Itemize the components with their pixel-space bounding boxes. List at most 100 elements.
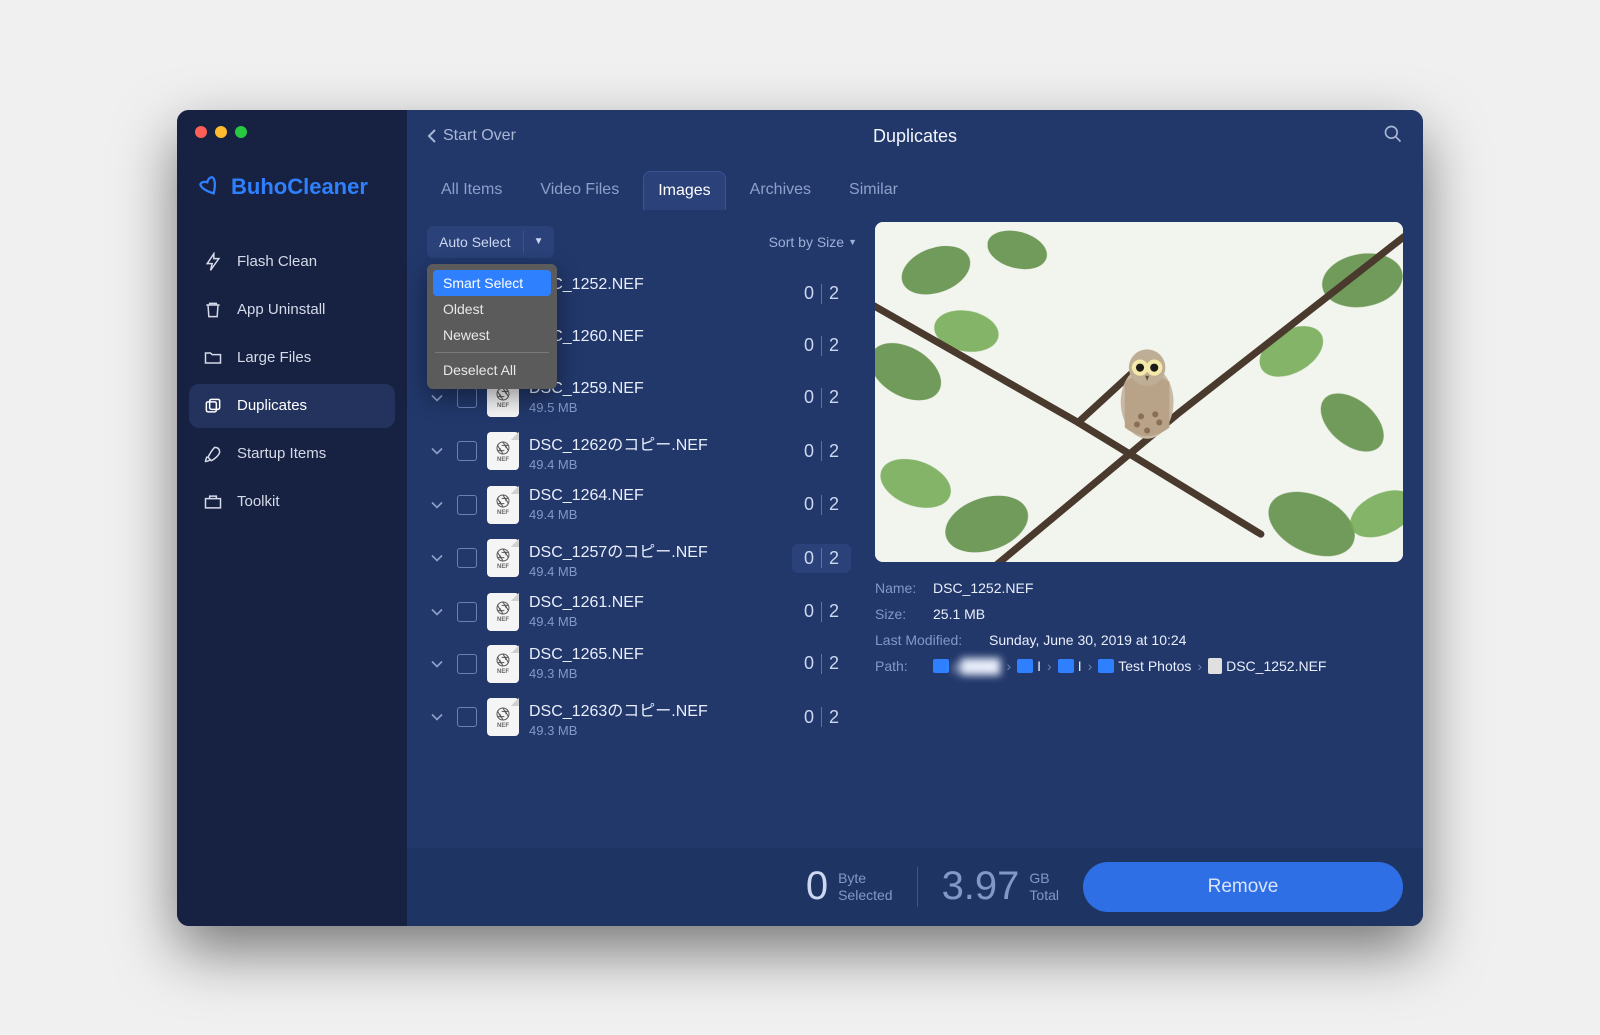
brand-name: BuhoCleaner	[231, 174, 368, 200]
total-size: 3.97	[942, 864, 1020, 909]
dropdown-item-deselect-all[interactable]: Deselect All	[433, 357, 551, 383]
selected-count: 0	[804, 441, 814, 462]
sidebar-item-toolkit[interactable]: Toolkit	[189, 480, 395, 524]
list-item[interactable]: NEF DSC_1264.NEF 49.4 MB 0 2	[427, 479, 857, 531]
selected-bytes: 0	[806, 864, 828, 909]
tab-similar[interactable]: Similar	[835, 171, 912, 210]
total-count: 2	[829, 335, 839, 356]
aperture-icon	[495, 440, 511, 456]
meta-row-path: Path: p████›I›I›Test Photos›DSC_1252.NEF	[875, 658, 1403, 674]
checkbox[interactable]	[457, 548, 477, 568]
preview-metadata: Name: DSC_1252.NEF Size: 25.1 MB Last Mo…	[875, 580, 1403, 674]
preview-image	[875, 222, 1403, 562]
tab-archives[interactable]: Archives	[736, 171, 825, 210]
file-icon: NEF	[487, 432, 519, 470]
divider	[435, 352, 549, 353]
breadcrumb-segment[interactable]: I	[1058, 658, 1082, 674]
list-item[interactable]: NEF DSC_1262のコピー.NEF 49.4 MB 0 2	[427, 424, 857, 479]
file-info: DSC_1261.NEF 49.4 MB	[529, 594, 782, 629]
file-info: DSC_1259.NEF 49.5 MB	[529, 380, 782, 415]
file-size: 49.4 MB	[529, 457, 782, 472]
divider	[821, 548, 822, 568]
chevron-right-icon: ›	[1047, 658, 1052, 674]
duplicate-count: 0 2	[792, 490, 851, 519]
close-window-button[interactable]	[195, 126, 207, 138]
meta-label: Size:	[875, 606, 919, 622]
checkbox[interactable]	[457, 441, 477, 461]
auto-select-wrap: Auto Select ▼ Smart Select Oldest Newest…	[427, 226, 554, 258]
meta-row-size: Size: 25.1 MB	[875, 606, 1403, 622]
duplicate-count: 0 2	[792, 383, 851, 412]
sidebar-item-app-uninstall[interactable]: App Uninstall	[189, 288, 395, 332]
list-item[interactable]: NEF DSC_1257のコピー.NEF 49.4 MB 0 2	[427, 531, 857, 586]
sidebar-item-startup-items[interactable]: Startup Items	[189, 432, 395, 476]
total-label: Total	[1029, 887, 1059, 904]
file-icon: NEF	[487, 698, 519, 736]
checkbox[interactable]	[457, 388, 477, 408]
selected-count: 0	[804, 653, 814, 674]
chevron-down-icon[interactable]	[427, 548, 447, 568]
checkbox[interactable]	[457, 495, 477, 515]
list-item[interactable]: NEF DSC_1261.NEF 49.4 MB 0 2	[427, 586, 857, 638]
total-count: 2	[829, 283, 839, 304]
divider	[821, 336, 822, 356]
tab-video-files[interactable]: Video Files	[526, 171, 633, 210]
file-info: DSC_1265.NEF 49.3 MB	[529, 646, 782, 681]
breadcrumb-segment[interactable]: I	[1017, 658, 1041, 674]
breadcrumb-segment[interactable]: Test Photos	[1098, 658, 1191, 674]
sidebar-item-flash-clean[interactable]: Flash Clean	[189, 240, 395, 284]
tab-images[interactable]: Images	[643, 171, 725, 210]
chevron-down-icon[interactable]	[427, 602, 447, 622]
meta-value-modified: Sunday, June 30, 2019 at 10:24	[989, 632, 1186, 648]
breadcrumb-segment[interactable]: DSC_1252.NEF	[1208, 658, 1326, 674]
aperture-icon	[495, 652, 511, 668]
selected-count: 0	[804, 335, 814, 356]
dropdown-item-smart-select[interactable]: Smart Select	[433, 270, 551, 296]
fullscreen-window-button[interactable]	[235, 126, 247, 138]
file-info: DSC_1264.NEF 49.4 MB	[529, 487, 782, 522]
chevron-down-icon[interactable]	[427, 707, 447, 727]
chevron-down-icon[interactable]	[427, 495, 447, 515]
minimize-window-button[interactable]	[215, 126, 227, 138]
tab-all-items[interactable]: All Items	[427, 171, 516, 210]
chevron-down-icon[interactable]	[427, 441, 447, 461]
selected-count: 0	[804, 387, 814, 408]
back-button[interactable]: Start Over	[427, 127, 516, 145]
dropdown-item-newest[interactable]: Newest	[433, 322, 551, 348]
auto-select-button[interactable]: Auto Select ▼	[427, 226, 554, 258]
divider	[917, 867, 918, 907]
divider	[821, 602, 822, 622]
dropdown-item-oldest[interactable]: Oldest	[433, 296, 551, 322]
file-name: DSC_1257のコピー.NEF	[529, 538, 782, 562]
file-size: 49.3 MB	[529, 666, 782, 681]
checkbox[interactable]	[457, 707, 477, 727]
sort-button[interactable]: Sort by Size ▼	[769, 234, 857, 250]
list-item[interactable]: NEF DSC_1265.NEF 49.3 MB 0 2	[427, 638, 857, 690]
checkbox[interactable]	[457, 602, 477, 622]
search-button[interactable]	[1383, 124, 1403, 149]
brand: BuhoCleaner	[177, 146, 407, 240]
duplicate-count: 0 2	[792, 597, 851, 626]
meta-label: Name:	[875, 580, 919, 596]
breadcrumb-label: Test Photos	[1118, 658, 1191, 674]
breadcrumb-label: I	[1037, 658, 1041, 674]
checkbox[interactable]	[457, 654, 477, 674]
chevron-right-icon: ›	[1006, 658, 1011, 674]
file-name: DSC_1262のコピー.NEF	[529, 431, 782, 455]
divider	[821, 654, 822, 674]
sidebar-item-large-files[interactable]: Large Files	[189, 336, 395, 380]
chevron-right-icon: ›	[1197, 658, 1202, 674]
file-size: MB	[529, 296, 782, 311]
remove-button[interactable]: Remove	[1083, 862, 1403, 912]
breadcrumb-segment[interactable]: p████	[933, 658, 1000, 674]
sidebar-item-duplicates[interactable]: Duplicates	[189, 384, 395, 428]
breadcrumb-label: I	[1078, 658, 1082, 674]
folder-icon	[1098, 659, 1114, 673]
sidebar-item-label: Flash Clean	[237, 253, 317, 270]
chevron-down-icon[interactable]	[427, 654, 447, 674]
auto-select-dropdown: Smart Select Oldest Newest Deselect All	[427, 264, 557, 389]
breadcrumb-label: DSC_1252.NEF	[1226, 658, 1326, 674]
list-item[interactable]: NEF DSC_1263のコピー.NEF 49.3 MB 0 2	[427, 690, 857, 745]
chevron-down-icon[interactable]	[427, 388, 447, 408]
chevron-down-icon: ▼	[524, 228, 554, 255]
